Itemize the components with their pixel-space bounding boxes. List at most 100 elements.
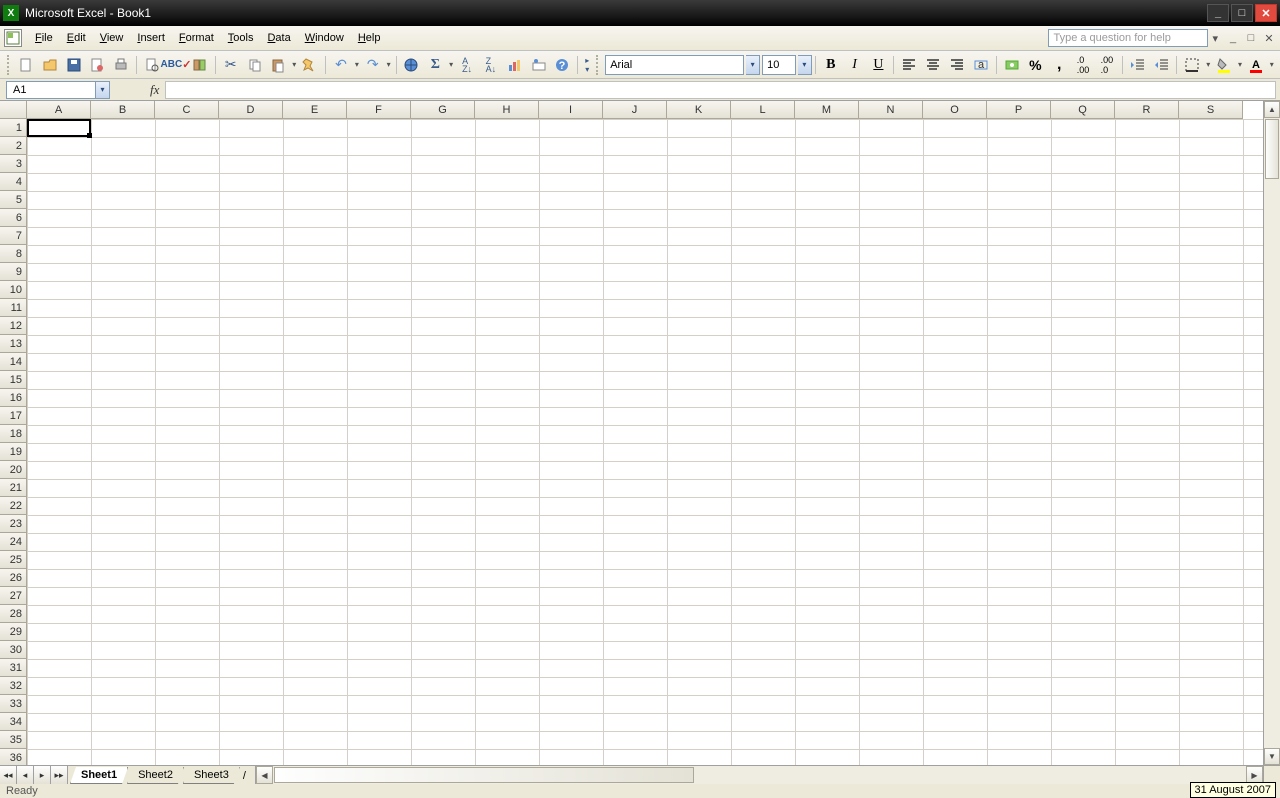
row-header-17[interactable]: 17: [0, 407, 27, 425]
row-header-25[interactable]: 25: [0, 551, 27, 569]
cut-icon[interactable]: ✂: [220, 54, 242, 76]
column-header-G[interactable]: G: [411, 101, 475, 119]
paste-icon[interactable]: [267, 54, 289, 76]
row-header-31[interactable]: 31: [0, 659, 27, 677]
save-icon[interactable]: [63, 54, 85, 76]
column-header-A[interactable]: A: [27, 101, 91, 119]
row-header-35[interactable]: 35: [0, 731, 27, 749]
row-header-30[interactable]: 30: [0, 641, 27, 659]
row-header-2[interactable]: 2: [0, 137, 27, 155]
row-header-18[interactable]: 18: [0, 425, 27, 443]
spreadsheet-grid[interactable]: ABCDEFGHIJKLMNOPQRS 12345678910111213141…: [0, 101, 1263, 765]
italic-icon[interactable]: I: [844, 54, 866, 76]
merge-center-icon[interactable]: a: [970, 54, 992, 76]
underline-icon[interactable]: U: [868, 54, 890, 76]
row-header-26[interactable]: 26: [0, 569, 27, 587]
cells-area[interactable]: [27, 119, 1263, 765]
borders-icon[interactable]: [1181, 54, 1203, 76]
column-header-F[interactable]: F: [347, 101, 411, 119]
name-box-dropdown-icon[interactable]: ▾: [96, 81, 110, 99]
menu-window[interactable]: Window: [298, 29, 351, 47]
row-header-12[interactable]: 12: [0, 317, 27, 335]
row-header-8[interactable]: 8: [0, 245, 27, 263]
autosum-icon[interactable]: Σ: [424, 54, 446, 76]
formatting-toolbar-grip[interactable]: [596, 55, 600, 75]
font-color-icon[interactable]: A: [1245, 54, 1267, 76]
menu-data[interactable]: Data: [260, 29, 297, 47]
row-header-5[interactable]: 5: [0, 191, 27, 209]
row-header-24[interactable]: 24: [0, 533, 27, 551]
font-name-dropdown-icon[interactable]: ▾: [746, 55, 760, 75]
scroll-down-icon[interactable]: ▼: [1264, 748, 1280, 765]
maximize-button[interactable]: □: [1231, 4, 1253, 22]
font-size-dropdown-icon[interactable]: ▾: [798, 55, 812, 75]
increase-decimal-icon[interactable]: .0.00: [1072, 54, 1094, 76]
row-header-19[interactable]: 19: [0, 443, 27, 461]
column-header-H[interactable]: H: [475, 101, 539, 119]
sheet-tab-sheet1[interactable]: Sheet1: [70, 767, 128, 784]
row-header-6[interactable]: 6: [0, 209, 27, 227]
sort-desc-icon[interactable]: ZA↓: [480, 54, 502, 76]
close-button[interactable]: ✕: [1255, 4, 1277, 22]
format-painter-icon[interactable]: [299, 54, 321, 76]
row-header-7[interactable]: 7: [0, 227, 27, 245]
column-header-P[interactable]: P: [987, 101, 1051, 119]
row-header-4[interactable]: 4: [0, 173, 27, 191]
redo-dropdown-icon[interactable]: ▾: [385, 60, 393, 69]
row-header-36[interactable]: 36: [0, 749, 27, 765]
first-sheet-icon[interactable]: ◂◂: [0, 766, 17, 784]
column-header-I[interactable]: I: [539, 101, 603, 119]
align-center-icon[interactable]: [922, 54, 944, 76]
row-header-22[interactable]: 22: [0, 497, 27, 515]
currency-icon[interactable]: [1001, 54, 1023, 76]
font-color-dropdown-icon[interactable]: ▾: [1268, 60, 1276, 69]
column-header-D[interactable]: D: [219, 101, 283, 119]
hscroll-thumb[interactable]: [274, 767, 694, 783]
fill-color-dropdown-icon[interactable]: ▾: [1236, 60, 1244, 69]
column-header-B[interactable]: B: [91, 101, 155, 119]
undo-icon[interactable]: ↶: [330, 54, 352, 76]
column-header-C[interactable]: C: [155, 101, 219, 119]
drawing-icon[interactable]: [528, 54, 550, 76]
column-header-S[interactable]: S: [1179, 101, 1243, 119]
row-header-11[interactable]: 11: [0, 299, 27, 317]
column-header-N[interactable]: N: [859, 101, 923, 119]
row-header-9[interactable]: 9: [0, 263, 27, 281]
column-header-J[interactable]: J: [603, 101, 667, 119]
row-header-23[interactable]: 23: [0, 515, 27, 533]
toolbar-grip[interactable]: [7, 55, 11, 75]
fill-color-icon[interactable]: [1213, 54, 1235, 76]
comma-icon[interactable]: ,: [1048, 54, 1070, 76]
redo-icon[interactable]: ↷: [362, 54, 384, 76]
last-sheet-icon[interactable]: ▸▸: [51, 766, 68, 784]
help-search-input[interactable]: [1048, 29, 1208, 47]
row-header-27[interactable]: 27: [0, 587, 27, 605]
new-icon[interactable]: [15, 54, 37, 76]
research-icon[interactable]: [189, 54, 211, 76]
sheet-tab-sheet2[interactable]: Sheet2: [127, 767, 184, 784]
decrease-decimal-icon[interactable]: .00.0: [1096, 54, 1118, 76]
column-header-L[interactable]: L: [731, 101, 795, 119]
spelling-icon[interactable]: ABC✓: [165, 54, 187, 76]
chart-wizard-icon[interactable]: [504, 54, 526, 76]
minimize-button[interactable]: _: [1207, 4, 1229, 22]
menu-file[interactable]: File: [28, 29, 60, 47]
row-header-14[interactable]: 14: [0, 353, 27, 371]
scroll-left-icon[interactable]: ◀: [256, 766, 273, 784]
vertical-scrollbar[interactable]: ▲ ▼: [1263, 101, 1280, 765]
decrease-indent-icon[interactable]: [1127, 54, 1149, 76]
open-icon[interactable]: [39, 54, 61, 76]
row-header-3[interactable]: 3: [0, 155, 27, 173]
row-header-21[interactable]: 21: [0, 479, 27, 497]
bold-icon[interactable]: B: [820, 54, 842, 76]
workbook-icon[interactable]: [4, 29, 22, 47]
row-header-20[interactable]: 20: [0, 461, 27, 479]
hyperlink-icon[interactable]: [401, 54, 423, 76]
row-header-15[interactable]: 15: [0, 371, 27, 389]
row-header-1[interactable]: 1: [0, 119, 27, 137]
next-sheet-icon[interactable]: ▸: [34, 766, 51, 784]
fx-icon[interactable]: fx: [150, 82, 159, 98]
row-header-16[interactable]: 16: [0, 389, 27, 407]
autosum-dropdown-icon[interactable]: ▾: [447, 60, 455, 69]
row-header-29[interactable]: 29: [0, 623, 27, 641]
